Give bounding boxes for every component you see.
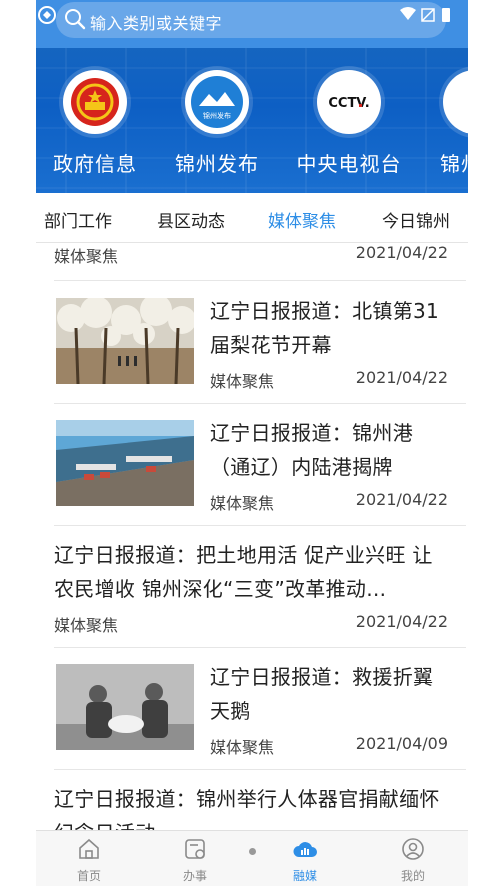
article-title: 辽宁日报报道：锦州港（通辽）内陆港揭牌 bbox=[210, 421, 413, 479]
tab-media-focus[interactable]: 媒体聚焦 bbox=[268, 207, 336, 232]
nav-label: 我的 bbox=[400, 869, 425, 883]
article-date: 2021/04/22 bbox=[355, 490, 448, 509]
channel-label: 锦州 bbox=[440, 152, 468, 176]
search-input[interactable]: 输入类别或关键字 bbox=[56, 2, 446, 38]
channel-banner: 政府信息 锦州发布 锦州发布 CCTV. 中央电视台 锦 bbox=[36, 48, 468, 193]
article-category: 媒体聚焦 bbox=[210, 494, 275, 513]
nav-label: 首页 bbox=[76, 869, 101, 883]
article-title: 辽宁日报报道：锦州举行人体器官捐献缅怀纪念日活动 bbox=[54, 787, 440, 830]
tab-department-work[interactable]: 部门工作 bbox=[44, 207, 112, 232]
article-category: 媒体聚焦 bbox=[210, 372, 275, 391]
list-item[interactable]: 辽宁日报报道：把土地用活 促产业兴旺 让农民增收 锦州深化“三变”改革推动… 媒… bbox=[54, 526, 466, 648]
article-title: 辽宁日报报道：救援折翼天鹅 bbox=[210, 665, 434, 723]
channel-label: 锦州发布 bbox=[175, 152, 259, 176]
top-bar: 输入类别或关键字 bbox=[36, 0, 468, 48]
channel-gov-info[interactable]: 政府信息 bbox=[36, 48, 160, 193]
cctv-logo-icon: CCTV. bbox=[317, 70, 381, 134]
bottom-strip bbox=[36, 886, 468, 896]
article-thumbnail bbox=[56, 298, 194, 384]
channel-label: 中央电视台 bbox=[296, 152, 402, 176]
service-icon bbox=[185, 839, 205, 859]
article-thumbnail bbox=[56, 420, 194, 506]
article-date: 2021/04/22 bbox=[355, 368, 448, 387]
article-date: 2021/04/09 bbox=[355, 734, 448, 753]
channel-jinzhou-release[interactable]: 锦州发布 锦州发布 bbox=[152, 48, 282, 193]
nav-home[interactable]: 首页 bbox=[46, 831, 132, 887]
list-item[interactable]: 媒体聚焦 2021/04/22 bbox=[54, 243, 466, 281]
article-thumbnail bbox=[56, 664, 194, 750]
tab-county-news[interactable]: 县区动态 bbox=[157, 207, 225, 232]
page-indicator-dot bbox=[249, 848, 256, 855]
home-icon bbox=[79, 838, 99, 859]
cctv-badge-text: CCTV. bbox=[328, 96, 369, 111]
nav-profile[interactable]: 我的 bbox=[370, 831, 456, 887]
list-item[interactable]: 辽宁日报报道：北镇第31届梨花节开幕 媒体聚焦 2021/04/22 bbox=[54, 282, 466, 404]
list-item[interactable]: 辽宁日报报道：救援折翼天鹅 媒体聚焦 2021/04/09 bbox=[54, 648, 466, 770]
article-category: 媒体聚焦 bbox=[210, 738, 275, 757]
article-category: 媒体聚焦 bbox=[54, 247, 119, 266]
category-tabs: 部门工作 县区动态 媒体聚焦 今日锦州 bbox=[36, 193, 468, 243]
app-logo-icon bbox=[38, 6, 56, 24]
search-icon bbox=[65, 9, 86, 30]
right-margin bbox=[468, 0, 504, 896]
article-title: 辽宁日报报道：把土地用活 促产业兴旺 让农民增收 锦州深化“三变”改革推动… bbox=[54, 543, 433, 601]
nav-label: 融媒 bbox=[292, 869, 317, 883]
national-emblem-icon bbox=[63, 70, 127, 134]
bottom-navigation: 首页 办事 融媒 我的 bbox=[36, 830, 468, 886]
list-item[interactable]: 辽宁日报报道：锦州举行人体器官捐献缅怀纪念日活动 bbox=[54, 770, 466, 830]
channel-label: 政府信息 bbox=[53, 152, 137, 176]
search-placeholder: 输入类别或关键字 bbox=[90, 14, 223, 33]
nav-service[interactable]: 办事 bbox=[152, 831, 238, 887]
status-icons bbox=[400, 7, 450, 22]
profile-icon bbox=[402, 838, 424, 860]
list-item[interactable]: 辽宁日报报道：锦州港（通辽）内陆港揭牌 媒体聚焦 2021/04/22 bbox=[54, 404, 466, 526]
channel-cctv[interactable]: CCTV. 中央电视台 bbox=[284, 48, 414, 193]
jinzhou-release-icon: 锦州发布 bbox=[185, 70, 249, 134]
left-margin bbox=[0, 0, 36, 896]
article-category: 媒体聚焦 bbox=[54, 616, 119, 635]
nav-media[interactable]: 融媒 bbox=[262, 831, 348, 887]
article-title: 辽宁日报报道：北镇第31届梨花节开幕 bbox=[210, 299, 440, 357]
article-date: 2021/04/22 bbox=[355, 243, 448, 262]
article-list: 媒体聚焦 2021/04/22 辽宁日报报道：北镇第31届梨花节开幕 媒体聚焦 … bbox=[36, 243, 468, 830]
cloud-media-icon bbox=[293, 842, 317, 857]
partial-channel-icon bbox=[443, 70, 468, 134]
tab-today-jinzhou[interactable]: 今日锦州 bbox=[382, 207, 450, 232]
jinzhou-badge-text: 锦州发布 bbox=[203, 111, 231, 120]
app-screen: 输入类别或关键字 政府信息 锦州发布 锦州发布 CCTV. 中央电视台 锦 部门… bbox=[36, 0, 468, 896]
article-date: 2021/04/22 bbox=[355, 612, 448, 631]
nav-label: 办事 bbox=[182, 869, 207, 883]
channel-partial[interactable]: 锦州 bbox=[410, 48, 468, 193]
